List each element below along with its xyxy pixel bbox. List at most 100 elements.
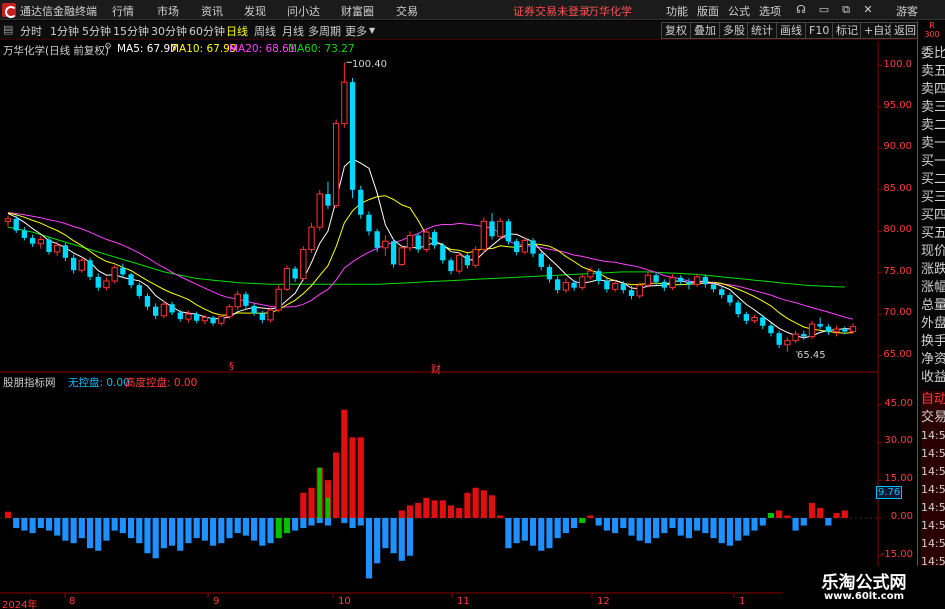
side-item[interactable]: 卖二 <box>921 117 945 135</box>
headset-icon[interactable]: ☊ <box>793 2 809 18</box>
tab-1min[interactable]: 1分钟 <box>50 23 79 39</box>
menu-news[interactable]: 资讯 <box>201 3 223 19</box>
side-item[interactable]: 买一 <box>921 153 945 171</box>
maximize-icon[interactable]: ⧉ <box>838 2 854 18</box>
side-item[interactable]: 自动 <box>921 391 945 409</box>
watermark-url: www.60lt.com <box>823 591 904 602</box>
r-badge: R 300 <box>918 21 945 41</box>
tab-more[interactable]: 更多 <box>345 23 367 39</box>
indicator-bar <box>817 507 824 518</box>
side-item[interactable]: 涨跌 <box>921 261 945 279</box>
side-item[interactable]: 现价 <box>921 243 945 261</box>
kline-chart[interactable] <box>0 41 915 609</box>
tab-weekly[interactable]: 周线 <box>254 23 276 39</box>
menu-quotes[interactable]: 行情 <box>112 3 134 19</box>
tab-monthly[interactable]: 月线 <box>282 23 304 39</box>
guest-label[interactable]: 游客 <box>896 3 918 19</box>
side-item[interactable]: 买三 <box>921 189 945 207</box>
side-item[interactable]: 涨幅 <box>921 279 945 297</box>
tab-15min[interactable]: 15分钟 <box>113 23 149 39</box>
period-tab-bar: ▤ 分时 1分钟 5分钟 15分钟 30分钟 60分钟 日线 周线 月线 多周期… <box>0 21 920 40</box>
overlay-button[interactable]: 叠加 <box>690 22 720 39</box>
menu-ask[interactable]: 问小达 <box>287 3 320 19</box>
side-item[interactable]: 14:56 <box>921 499 945 517</box>
indicator-bar <box>661 517 668 534</box>
candle-body <box>316 193 323 228</box>
side-item[interactable]: 卖一 <box>921 135 945 153</box>
indicator-bar <box>267 517 274 544</box>
chart-area[interactable]: 万华化学(日线 前复权) ⚙ MA5: 67.97 MA10: 67.99 MA… <box>0 41 915 609</box>
candle-body <box>95 276 101 288</box>
indicator-bar <box>808 502 816 518</box>
multi-stock-button[interactable]: 多股 <box>719 22 749 39</box>
indicator-bar <box>119 517 126 534</box>
menu-market[interactable]: 市场 <box>157 3 179 19</box>
draw-button[interactable]: 画线 <box>776 22 806 39</box>
menu-trade[interactable]: 交易 <box>396 3 418 19</box>
login-notice[interactable]: 证券交易未登录 <box>513 3 590 19</box>
side-item[interactable]: 买二 <box>921 171 945 189</box>
menu-function[interactable]: 功能 <box>666 3 688 19</box>
event-marker-finance[interactable]: 财 <box>431 361 441 376</box>
indicator-bar <box>759 517 766 526</box>
adjust-button[interactable]: 复权 <box>661 22 691 39</box>
side-item[interactable]: 委比 <box>921 45 945 63</box>
chevron-down-icon[interactable]: ▼ <box>369 26 375 35</box>
x-label-oct: 10 <box>338 596 351 607</box>
menu-formula[interactable]: 公式 <box>728 3 750 19</box>
grid-icon[interactable]: ▤ <box>3 23 13 36</box>
candle-body <box>693 276 701 285</box>
candle-body <box>382 240 389 249</box>
side-item[interactable]: 卖三 <box>921 99 945 117</box>
close-icon[interactable]: ✕ <box>860 2 876 18</box>
indicator-bar <box>718 517 725 544</box>
event-marker-dividend[interactable]: § <box>229 361 234 372</box>
candle-body <box>472 249 479 266</box>
menu-layout[interactable]: 版面 <box>697 3 719 19</box>
indicator-bar <box>603 517 610 531</box>
side-item[interactable]: 14:56 <box>921 535 945 553</box>
indicator-bar <box>300 492 307 518</box>
candle-body <box>201 316 209 322</box>
side-item[interactable]: 14:56 <box>921 445 945 463</box>
indicator-bar <box>275 517 282 539</box>
indicator-bar <box>767 512 775 518</box>
y-tick-indicator: 15.00 <box>884 473 913 485</box>
side-item[interactable]: 卖五 <box>921 63 945 81</box>
side-item[interactable]: 14:56 <box>921 463 945 481</box>
side-item[interactable]: 买四 <box>921 207 945 225</box>
tab-60min[interactable]: 60分钟 <box>189 23 225 39</box>
indicator-bar <box>95 517 102 551</box>
menu-options[interactable]: 选项 <box>759 3 781 19</box>
candle-body <box>456 254 463 272</box>
side-item[interactable]: 总量 <box>921 297 945 315</box>
stats-button[interactable]: 统计 <box>747 22 777 39</box>
side-item[interactable]: 卖四 <box>921 81 945 99</box>
candle-body <box>21 230 28 238</box>
side-item[interactable]: 14:56 <box>921 481 945 499</box>
minimize-icon[interactable]: ▭ <box>816 2 832 18</box>
side-item[interactable]: 交易 <box>921 409 945 427</box>
tab-intraday[interactable]: 分时 <box>20 23 42 39</box>
side-item[interactable]: 14:56 <box>921 517 945 535</box>
candle-body <box>792 333 799 342</box>
mark-button[interactable]: 标记 <box>832 22 862 39</box>
side-item[interactable]: 换手 <box>921 333 945 351</box>
settings-icon[interactable]: ⚙ <box>104 42 112 52</box>
watermark: 乐淘公式网 www.60lt.com <box>783 566 945 609</box>
back-button[interactable]: 返回 <box>890 22 920 39</box>
tab-daily[interactable]: 日线 <box>226 23 248 39</box>
tab-5min[interactable]: 5分钟 <box>82 23 111 39</box>
side-item[interactable]: 买五 <box>921 225 945 243</box>
side-item[interactable]: 外盘 <box>921 315 945 333</box>
side-item[interactable]: 收益 <box>921 369 945 387</box>
menu-wealth[interactable]: 财富圈 <box>341 3 374 19</box>
f10-button[interactable]: F10 <box>805 22 834 39</box>
side-item[interactable]: 14:56 <box>921 427 945 445</box>
tab-30min[interactable]: 30分钟 <box>151 23 187 39</box>
high-price-label: 100.40 <box>352 59 387 70</box>
side-item[interactable]: 净资 <box>921 351 945 369</box>
indicator-bar <box>784 515 791 518</box>
tab-multi-period[interactable]: 多周期 <box>308 23 341 39</box>
menu-discover[interactable]: 发现 <box>244 3 266 19</box>
